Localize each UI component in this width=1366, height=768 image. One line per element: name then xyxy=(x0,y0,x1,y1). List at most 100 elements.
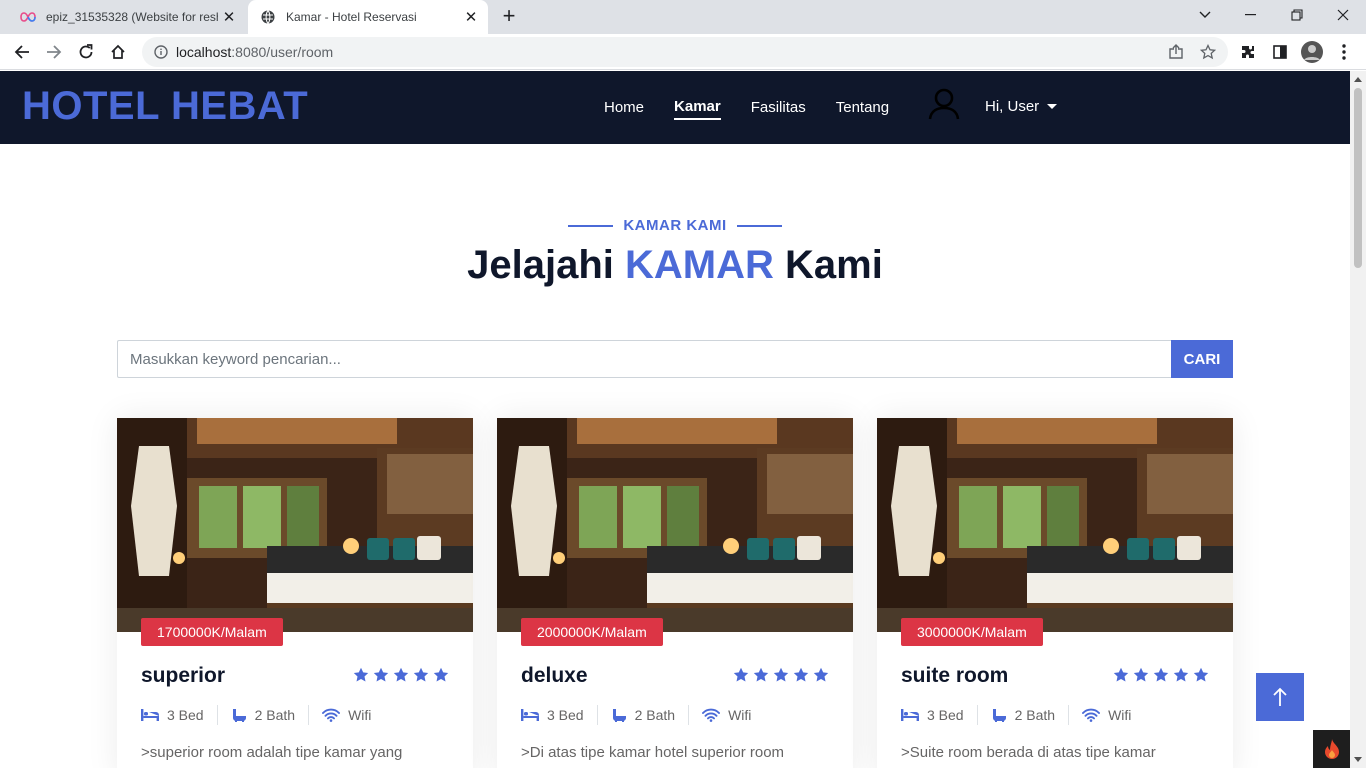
feature-wifi: Wifi xyxy=(702,705,764,725)
star-icon xyxy=(1113,667,1129,682)
bed-icon xyxy=(141,709,159,721)
address-bar[interactable]: localhost:8080/user/room xyxy=(142,37,1228,67)
star-icon xyxy=(353,667,369,682)
share-icon[interactable] xyxy=(1164,40,1188,64)
feature-bed-label: 3 Bed xyxy=(167,707,204,723)
feature-wifi-label: Wifi xyxy=(1108,707,1132,723)
tab-search-icon[interactable] xyxy=(1182,0,1228,30)
nav-link-fasilitas[interactable]: Fasilitas xyxy=(751,99,806,119)
room-photo xyxy=(117,418,473,632)
nav-link-home[interactable]: Home xyxy=(604,99,644,119)
title-pre: Jelajahi xyxy=(467,243,626,287)
price-badge: 1700000K/Malam xyxy=(141,618,283,646)
url-host: localhost xyxy=(176,44,232,60)
browser-tab[interactable]: epiz_31535328 (Website for resh… ✕ xyxy=(8,0,246,34)
forward-icon[interactable] xyxy=(40,38,68,66)
feature-wifi: Wifi xyxy=(322,705,384,725)
new-tab-icon[interactable]: + xyxy=(498,5,520,28)
star-icon xyxy=(1193,667,1209,682)
user-greeting: Hi, User xyxy=(985,98,1040,115)
feature-bed: 3 Bed xyxy=(521,705,598,725)
wifi-icon xyxy=(322,708,341,722)
user-icon[interactable] xyxy=(927,87,961,121)
room-photo xyxy=(497,418,853,632)
menu-kebab-icon[interactable] xyxy=(1332,40,1356,64)
feature-bath: 2 Bath xyxy=(611,705,690,725)
room-name[interactable]: superior xyxy=(141,664,225,688)
brand-logo[interactable]: HOTEL HEBAT xyxy=(22,84,308,129)
search-form: CARI xyxy=(117,340,1233,378)
star-icon xyxy=(1173,667,1189,682)
bath-icon xyxy=(232,709,246,722)
price-badge: 2000000K/Malam xyxy=(521,618,663,646)
page-title: Jelajahi KAMAR Kami xyxy=(0,243,1350,288)
nav-link-tentang[interactable]: Tentang xyxy=(836,99,889,119)
scrollbar-thumb[interactable] xyxy=(1354,88,1362,268)
main-menu: Home Kamar Fasilitas Tentang xyxy=(604,98,919,120)
room-list: 1700000K/Malam superior 3 Bed 2 Bath Wif… xyxy=(117,418,1233,768)
feature-bath-label: 2 Bath xyxy=(254,707,296,723)
room-name[interactable]: suite room xyxy=(901,664,1008,688)
star-rating xyxy=(1113,667,1209,683)
arrow-up-icon xyxy=(1273,687,1287,706)
star-icon xyxy=(393,667,409,682)
url-text: localhost:8080/user/room xyxy=(176,44,333,60)
bath-icon xyxy=(992,709,1006,722)
feature-bath: 2 Bath xyxy=(991,705,1070,725)
star-icon xyxy=(373,667,389,682)
room-card[interactable]: 1700000K/Malam superior 3 Bed 2 Bath Wif… xyxy=(117,418,473,768)
room-card[interactable]: 2000000K/Malam deluxe 3 Bed 2 Bath Wifi … xyxy=(497,418,853,768)
room-description: >Suite room berada di atas tipe kamar xyxy=(901,744,1156,761)
nav-link-kamar[interactable]: Kamar xyxy=(674,98,721,120)
reload-icon[interactable] xyxy=(72,38,100,66)
feature-bed-label: 3 Bed xyxy=(927,707,964,723)
home-icon[interactable] xyxy=(104,38,132,66)
star-icon xyxy=(1133,667,1149,682)
scrollbar[interactable] xyxy=(1350,71,1366,768)
feature-wifi-label: Wifi xyxy=(348,707,372,723)
divider-line xyxy=(736,224,782,227)
room-description: >Di atas tipe kamar hotel superior room xyxy=(521,744,785,761)
feature-bath-label: 2 Bath xyxy=(634,707,676,723)
browser-tab-active[interactable]: Kamar - Hotel Reservasi ✕ xyxy=(248,0,488,34)
restore-icon[interactable] xyxy=(1274,0,1320,30)
star-icon xyxy=(1153,667,1169,682)
bookmark-star-icon[interactable] xyxy=(1196,40,1220,64)
scroll-down-icon[interactable] xyxy=(1354,757,1362,762)
room-card[interactable]: 3000000K/Malam suite room 3 Bed 2 Bath W… xyxy=(877,418,1233,768)
title-accent: KAMAR xyxy=(625,243,774,287)
room-description: >superior room adalah tipe kamar yang xyxy=(141,744,403,761)
caret-down-icon xyxy=(1047,104,1058,109)
minimize-icon[interactable] xyxy=(1228,0,1274,30)
feature-wifi-label: Wifi xyxy=(728,707,752,723)
extensions-icon[interactable] xyxy=(1236,40,1260,64)
bath-icon xyxy=(612,709,626,722)
back-to-top-button[interactable] xyxy=(1256,673,1304,721)
side-panel-icon[interactable] xyxy=(1268,40,1292,64)
info-icon[interactable] xyxy=(146,45,176,59)
close-window-icon[interactable] xyxy=(1320,0,1366,30)
tab-title: Kamar - Hotel Reservasi xyxy=(286,10,417,24)
browser-toolbar: localhost:8080/user/room xyxy=(0,34,1366,70)
star-icon xyxy=(413,667,429,682)
star-icon xyxy=(793,667,809,682)
feature-bed: 3 Bed xyxy=(901,705,978,725)
room-name[interactable]: deluxe xyxy=(521,664,588,688)
search-button[interactable]: CARI xyxy=(1171,340,1233,378)
star-icon xyxy=(773,667,789,682)
back-icon[interactable] xyxy=(8,38,36,66)
close-tab-icon[interactable]: ✕ xyxy=(218,8,240,26)
bed-icon xyxy=(901,709,919,721)
close-tab-icon[interactable]: ✕ xyxy=(460,8,482,26)
star-icon xyxy=(813,667,829,682)
profile-avatar[interactable] xyxy=(1300,40,1324,64)
feature-bed: 3 Bed xyxy=(141,705,218,725)
user-dropdown[interactable]: Hi, User xyxy=(985,98,1058,115)
price-badge: 3000000K/Malam xyxy=(901,618,1043,646)
flame-icon[interactable] xyxy=(1313,730,1350,768)
divider-line xyxy=(568,224,614,227)
scroll-up-icon[interactable] xyxy=(1354,77,1362,82)
search-input[interactable] xyxy=(117,340,1171,378)
feature-bed-label: 3 Bed xyxy=(547,707,584,723)
star-rating xyxy=(733,667,829,683)
